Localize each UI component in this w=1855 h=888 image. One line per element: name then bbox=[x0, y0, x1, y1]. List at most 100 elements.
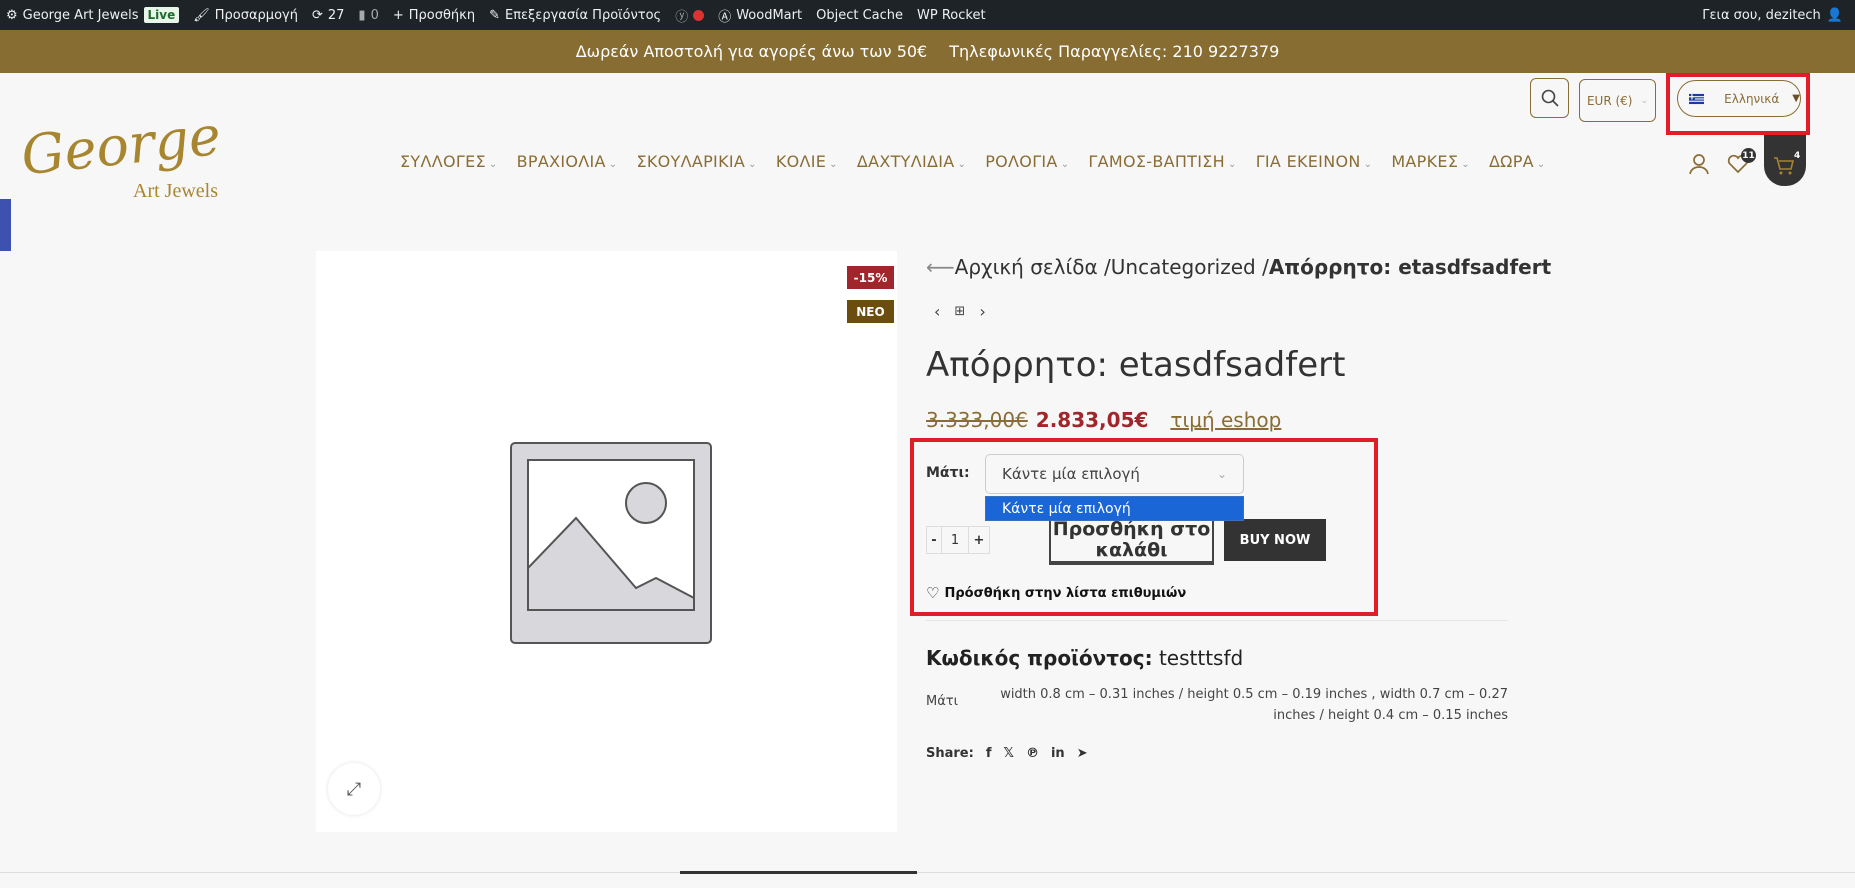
woodmart-icon: Ⓐ bbox=[718, 9, 732, 25]
admin-site[interactable]: ⚙ George Art Jewels Live bbox=[6, 7, 180, 23]
chevron-down-icon: ⌄ bbox=[1363, 159, 1373, 170]
user-icon bbox=[1689, 154, 1709, 175]
live-badge: Live bbox=[143, 7, 180, 23]
chevron-down-icon: ⌄ bbox=[488, 159, 498, 170]
sku: Κωδικός προϊόντος: testttsfd bbox=[926, 646, 1244, 670]
admin-comments[interactable]: ▮ 0 bbox=[358, 8, 378, 23]
chevron-down-icon: ⌄ bbox=[608, 159, 618, 170]
nav-item[interactable]: ΔΩΡΑ ⌄ bbox=[1489, 152, 1546, 171]
main-nav: ΣΥΛΛΟΓΕΣ ⌄ ΒΡΑΧΙΟΛΙΑ ⌄ ΣΚΟΥΛΑΡΙΚΙΑ ⌄ ΚΟΛΙΕ ⌄ ΔΑΧ… bbox=[400, 152, 1546, 171]
price: 3.333,00€ 2.833,05€ τιμή eshop bbox=[926, 408, 1281, 432]
search-button[interactable] bbox=[1530, 78, 1569, 118]
chevron-down-icon: ⌄ bbox=[748, 159, 757, 170]
add-to-wishlist[interactable]: ♡ Πρόσθήκη στην λίστα επιθυμιών bbox=[926, 584, 1186, 602]
nav-item[interactable]: ΡΟΛΟΓΙΑ ⌄ bbox=[985, 152, 1069, 171]
qty-minus-button[interactable]: - bbox=[927, 527, 942, 553]
back-arrow-icon[interactable]: ⟵ bbox=[926, 255, 955, 279]
add-to-cart-button[interactable]: Προσθήκη στο καλάθι bbox=[1049, 517, 1214, 565]
side-tab[interactable] bbox=[0, 199, 11, 251]
qty-input[interactable]: 1 bbox=[942, 527, 969, 553]
chevron-down-icon: ⌄ bbox=[1536, 159, 1546, 170]
nav-item[interactable]: ΓΙΑ ΕΚΕΙΝΟΝ ⌄ bbox=[1256, 152, 1373, 171]
zoom-button[interactable]: ⤢ bbox=[328, 763, 380, 815]
yoast-icon: ⓨ bbox=[675, 9, 689, 25]
breadcrumb-current: Απόρρητο: etasdfsadfert bbox=[1268, 255, 1552, 279]
new-badge: NEO bbox=[847, 300, 894, 323]
nav-item[interactable]: ΒΡΑΧΙΟΛΙΑ ⌄ bbox=[517, 152, 618, 171]
wishlist-button[interactable]: 11 bbox=[1727, 148, 1756, 178]
breadcrumb-category[interactable]: Uncategorized / bbox=[1111, 255, 1269, 279]
quantity-stepper: - 1 + bbox=[926, 526, 990, 554]
tabs-divider bbox=[0, 872, 1855, 873]
brush-icon: 🖌 bbox=[193, 7, 210, 23]
price-note[interactable]: τιμή eshop bbox=[1170, 408, 1281, 432]
cart-button[interactable]: 4 bbox=[1764, 135, 1806, 186]
sale-badge: -15% bbox=[847, 266, 894, 289]
product-image: ⤢ bbox=[316, 251, 897, 832]
greek-flag-icon bbox=[1689, 93, 1705, 104]
currency-select[interactable]: EUR (€) ⌄ bbox=[1579, 79, 1656, 122]
pencil-icon: ✎ bbox=[489, 7, 500, 23]
admin-object-cache[interactable]: Object Cache bbox=[816, 8, 903, 23]
chevron-down-icon: ⌄ bbox=[957, 159, 967, 170]
admin-customize[interactable]: 🖌 Προσαρμογή bbox=[193, 8, 298, 23]
logo[interactable]: George Art Jewels bbox=[18, 104, 241, 208]
expand-icon: ⤢ bbox=[346, 778, 362, 800]
admin-woodmart[interactable]: Ⓐ WoodMart bbox=[718, 6, 802, 25]
user-icon: 👤 bbox=[1826, 7, 1843, 23]
share: Share: f 𝕏 ℗ in ➤ bbox=[926, 746, 1088, 761]
caret-down-icon: ▼ bbox=[1792, 93, 1800, 104]
select-option[interactable]: Κάντε μία επιλογή bbox=[985, 496, 1244, 521]
language-select[interactable]: Ελληνικά ▼ bbox=[1677, 80, 1801, 117]
search-icon bbox=[1541, 89, 1559, 107]
cart-icon bbox=[1774, 157, 1795, 175]
nav-item[interactable]: ΔΑΧΤΥΛΙΔΙΑ ⌄ bbox=[857, 152, 966, 171]
product-nav: ‹ ⊞ › bbox=[934, 302, 986, 321]
chevron-down-icon: ⌄ bbox=[1228, 159, 1237, 170]
telegram-icon[interactable]: ➤ bbox=[1077, 746, 1088, 761]
grid-icon[interactable]: ⊞ bbox=[954, 304, 965, 321]
attribute-name: Μάτι bbox=[926, 694, 959, 709]
buy-now-button[interactable]: BUY NOW bbox=[1224, 519, 1326, 561]
product-title: Απόρρητο: etasdfsadfert bbox=[926, 345, 1346, 385]
price-old: 3.333,00€ bbox=[926, 408, 1028, 432]
next-product-icon[interactable]: › bbox=[979, 302, 985, 321]
status-dot-icon bbox=[693, 9, 705, 21]
x-icon[interactable]: 𝕏 bbox=[1003, 746, 1013, 761]
admin-new[interactable]: + Προσθήκη bbox=[393, 8, 475, 23]
admin-edit[interactable]: ✎ Επεξεργασία Προϊόντος bbox=[489, 8, 661, 23]
nav-item[interactable]: ΣΚΟΥΛΑΡΙΚΙΑ ⌄ bbox=[636, 152, 756, 171]
account-button[interactable] bbox=[1688, 153, 1710, 179]
breadcrumb: ⟵Αρχική σελίδα /Uncategorized /Απόρρητο:… bbox=[926, 255, 1551, 279]
chevron-down-icon: ⌄ bbox=[1060, 159, 1070, 170]
qty-plus-button[interactable]: + bbox=[969, 527, 989, 553]
chevron-down-icon: ⌄ bbox=[829, 159, 838, 170]
admin-account[interactable]: Γεια σου, dezitech 👤 bbox=[1702, 0, 1843, 30]
top-banner: Δωρεάν Αποστολή για αγορές άνω των 50€ Τη… bbox=[0, 30, 1855, 73]
chevron-down-icon: ⌄ bbox=[1216, 467, 1227, 481]
linkedin-icon[interactable]: in bbox=[1051, 746, 1065, 761]
plus-icon: + bbox=[392, 7, 404, 23]
breadcrumb-home[interactable]: Αρχική σελίδα / bbox=[955, 255, 1111, 279]
refresh-icon: ⟳ bbox=[311, 7, 323, 23]
attribute-label: Μάτι: bbox=[926, 465, 970, 481]
nav-item[interactable]: ΓΑΜΟΣ-ΒΑΠΤΙΣΗ ⌄ bbox=[1088, 152, 1236, 171]
dashboard-icon: ⚙ bbox=[6, 7, 18, 23]
price-new: 2.833,05€ bbox=[1035, 408, 1149, 432]
nav-item[interactable]: ΜΑΡΚΕΣ ⌄ bbox=[1391, 152, 1470, 171]
chevron-down-icon: ⌄ bbox=[1461, 159, 1470, 170]
nav-item[interactable]: ΚΟΛΙΕ ⌄ bbox=[776, 152, 838, 171]
admin-yoast[interactable]: ⓨ bbox=[675, 6, 705, 25]
admin-bar: ⚙ George Art Jewels Live 🖌 Προσαρμογή ⟳ 27 ▮… bbox=[0, 0, 1855, 30]
divider bbox=[926, 620, 1508, 621]
facebook-icon[interactable]: f bbox=[986, 746, 992, 761]
attribute-select[interactable]: Κάντε μία επιλογή ⌄ bbox=[985, 454, 1244, 494]
nav-item[interactable]: ΣΥΛΛΟΓΕΣ ⌄ bbox=[400, 152, 498, 171]
image-placeholder-icon bbox=[510, 442, 712, 644]
admin-wp-rocket[interactable]: WP Rocket bbox=[917, 8, 986, 23]
comment-icon: ▮ bbox=[358, 7, 366, 23]
pinterest-icon[interactable]: ℗ bbox=[1026, 746, 1039, 761]
admin-updates[interactable]: ⟳ 27 bbox=[312, 8, 344, 23]
chevron-down-icon: ⌄ bbox=[1640, 95, 1649, 106]
prev-product-icon[interactable]: ‹ bbox=[934, 302, 940, 321]
